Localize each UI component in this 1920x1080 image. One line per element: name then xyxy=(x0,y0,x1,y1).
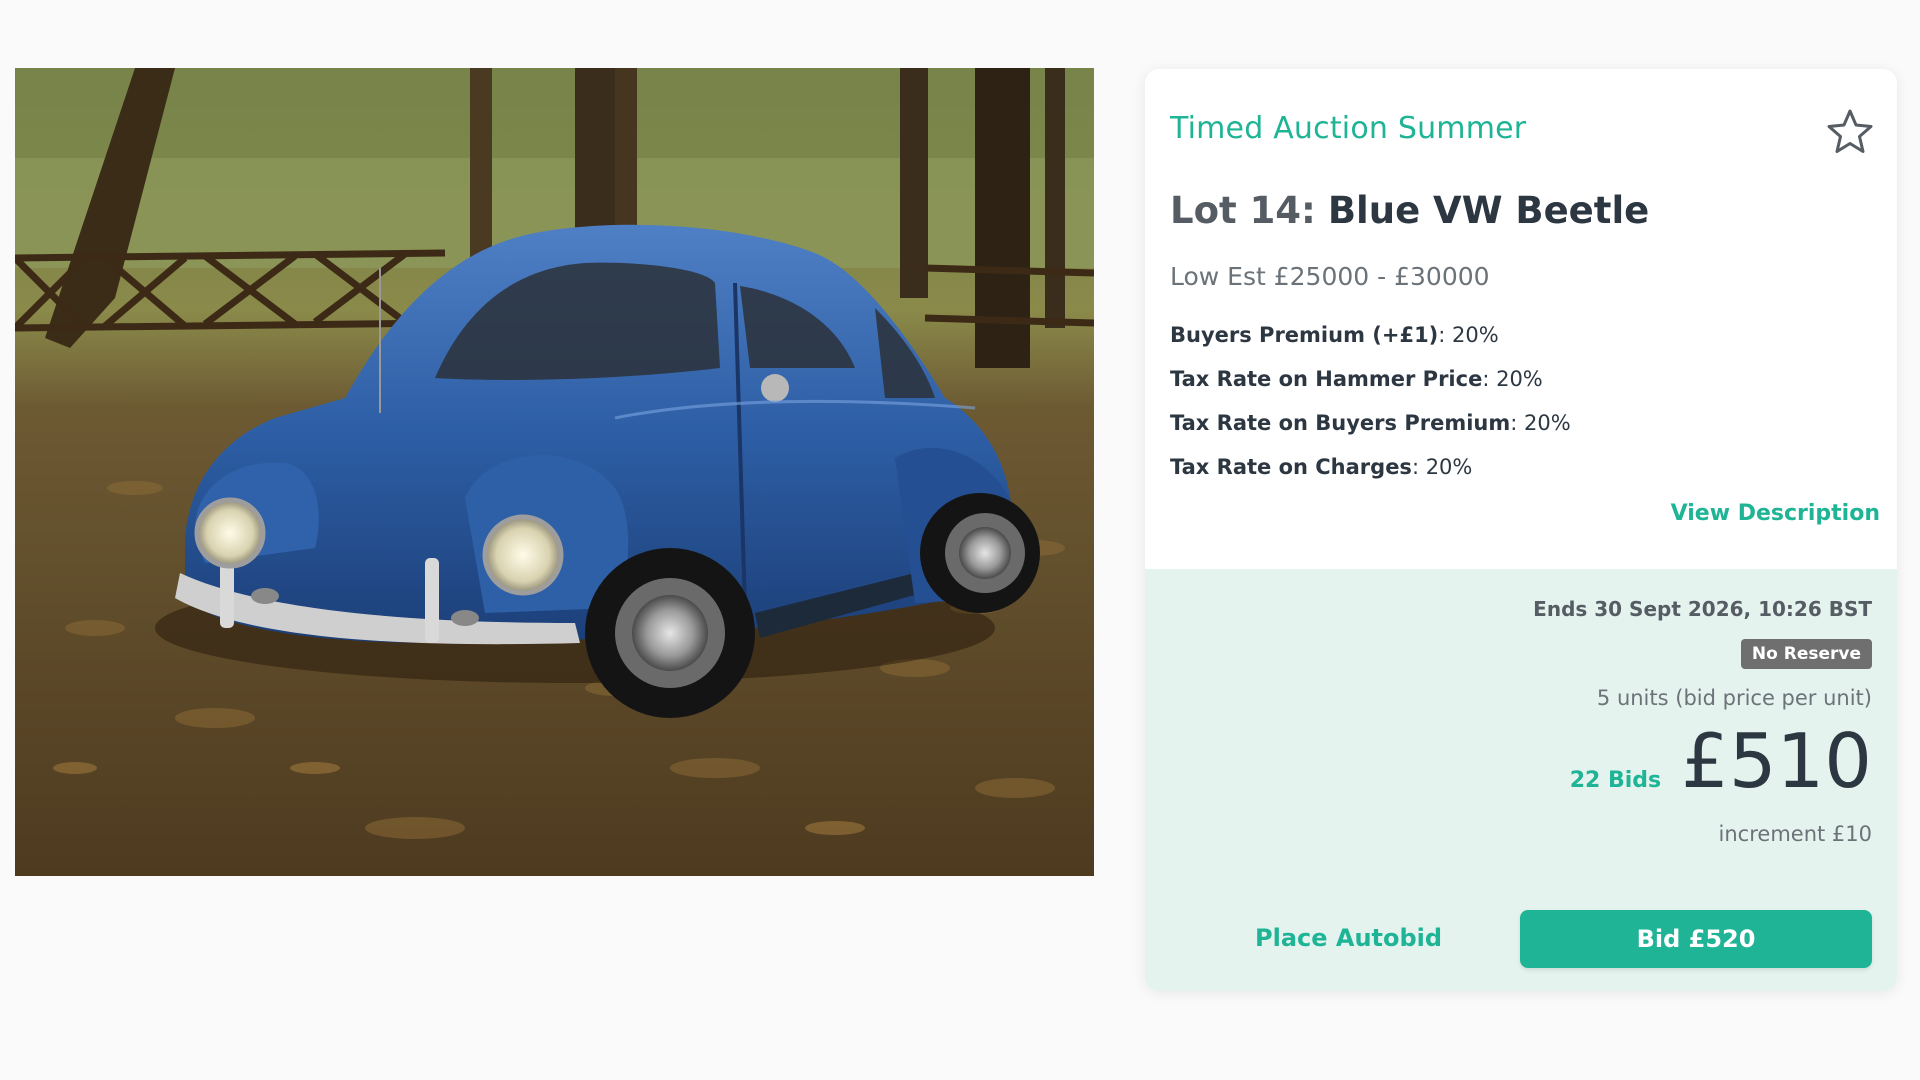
auction-end-time: Ends 30 Sept 2026, 10:26 BST xyxy=(1533,597,1872,621)
price-row: 22 Bids £510 xyxy=(1570,724,1872,799)
lot-heading: Lot 14: Blue VW Beetle xyxy=(1170,189,1649,232)
bid-increment: increment £10 xyxy=(1718,822,1872,846)
low-estimate: Low Est £25000 - £30000 xyxy=(1170,262,1490,291)
lot-number: Lot 14: xyxy=(1170,189,1316,232)
current-price: £510 xyxy=(1681,717,1872,805)
view-description-link[interactable]: View Description xyxy=(1671,501,1880,526)
vw-beetle-image xyxy=(15,68,1094,876)
star-icon[interactable] xyxy=(1825,107,1875,157)
bid-button[interactable]: Bid £520 xyxy=(1520,910,1872,968)
bids-count[interactable]: 22 Bids xyxy=(1570,768,1661,793)
rate-buyers-premium: Buyers Premium (+£1): 20% xyxy=(1170,323,1499,347)
rates-list: Buyers Premium (+£1): 20% Tax Rate on Ha… xyxy=(1170,313,1571,489)
no-reserve-badge: No Reserve xyxy=(1740,639,1872,669)
lot-card: Timed Auction Summer Lot 14: Blue VW Beet… xyxy=(1145,69,1897,991)
lot-info-section: Timed Auction Summer Lot 14: Blue VW Beet… xyxy=(1145,69,1897,569)
lot-title: Blue VW Beetle xyxy=(1327,189,1650,232)
place-autobid-button[interactable]: Place Autobid xyxy=(1255,924,1442,952)
rate-hammer-price: Tax Rate on Hammer Price: 20% xyxy=(1170,367,1543,391)
rate-charges: Tax Rate on Charges: 20% xyxy=(1170,455,1473,479)
bidding-panel: Ends 30 Sept 2026, 10:26 BST No Reserve … xyxy=(1145,569,1897,991)
auction-name[interactable]: Timed Auction Summer xyxy=(1170,111,1526,146)
lot-photo[interactable] xyxy=(15,68,1094,876)
units-info: 5 units (bid price per unit) xyxy=(1596,686,1872,710)
rate-buyers-premium-tax: Tax Rate on Buyers Premium: 20% xyxy=(1170,411,1571,435)
